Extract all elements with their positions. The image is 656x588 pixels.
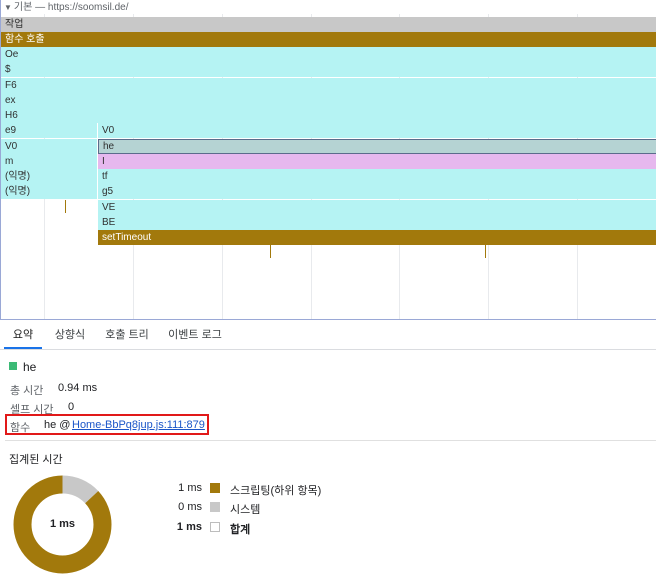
task-bar[interactable]: 작업 <box>1 17 656 32</box>
flame-bar-ve[interactable]: VE <box>98 200 656 215</box>
tab-event-log[interactable]: 이벤트 로그 <box>164 320 226 349</box>
flame-bar-f6[interactable]: F6 <box>1 78 656 93</box>
set-timeout-bar[interactable]: setTimeout <box>98 230 656 245</box>
flame-bar-m[interactable]: m <box>1 154 97 169</box>
flame-bar-i[interactable]: I <box>98 154 656 169</box>
system-color-swatch <box>210 502 220 512</box>
event-tick <box>270 245 271 258</box>
details-tab-bar: 요약 상향식 호출 트리 이벤트 로그 <box>0 320 656 350</box>
source-link[interactable]: Home-BbPq8jup.js:111:879 <box>72 419 205 431</box>
aggregated-time-title: 집계된 시간 <box>9 454 63 466</box>
function-call-bar[interactable]: 함수 호출 <box>1 32 656 47</box>
scripting-label: 스크립팅(하위 항목) <box>230 485 322 497</box>
event-tick <box>65 200 66 213</box>
flame-bar-oe[interactable]: Oe <box>1 47 656 62</box>
tab-summary[interactable]: 요약 <box>4 320 42 349</box>
system-value: 0 ms <box>178 501 202 513</box>
flame-bar-ex[interactable]: ex <box>1 93 656 108</box>
track-header[interactable]: ▼ 기본 — https://soomsil.de/ <box>4 1 128 15</box>
flame-bar-anonymous[interactable]: (익명) <box>1 184 97 199</box>
total-time-value: 0.94 ms <box>58 382 98 394</box>
scripting-color-swatch <box>210 483 220 493</box>
section-divider <box>5 440 656 441</box>
self-time-value: 0 <box>68 401 75 413</box>
flame-bar-dollar[interactable]: $ <box>1 62 656 77</box>
system-label: 시스템 <box>230 504 261 516</box>
total-color-swatch <box>210 522 220 532</box>
track-title: 기본 — https://soomsil.de/ <box>13 2 129 13</box>
event-tick <box>485 245 486 258</box>
donut-center-label: 1 ms <box>49 518 76 530</box>
flame-bar-h6[interactable]: H6 <box>1 108 656 123</box>
flame-bar-be[interactable]: BE <box>98 215 656 230</box>
total-value: 1 ms <box>176 521 202 533</box>
flame-bar-tf[interactable]: tf <box>98 169 656 184</box>
flame-bar-v0[interactable]: V0 <box>98 123 656 138</box>
expand-arrow-icon[interactable]: ▼ <box>4 3 12 12</box>
flame-bar-g5[interactable]: g5 <box>98 184 656 199</box>
tab-call-tree[interactable]: 호출 트리 <box>100 320 154 349</box>
tab-bottom-up[interactable]: 상향식 <box>50 320 90 349</box>
total-time-label: 총 시간 <box>10 385 44 397</box>
function-name: he @ <box>44 419 71 431</box>
total-label: 합계 <box>230 524 251 536</box>
flame-bar-anonymous[interactable]: (익명) <box>1 169 97 184</box>
flame-chart[interactable]: ▼ 기본 — https://soomsil.de/ 작업 함수 호출 Oe $ … <box>0 0 656 320</box>
flame-bar-e9[interactable]: e9 <box>1 123 97 138</box>
scripting-value: 1 ms <box>178 482 202 494</box>
function-label: 함수 <box>10 422 31 434</box>
flame-bar-v0-left[interactable]: V0 <box>1 139 97 154</box>
selected-event-name: he <box>23 360 37 374</box>
flame-bar-he-selected[interactable]: he <box>98 139 656 154</box>
category-color-swatch <box>9 362 17 370</box>
